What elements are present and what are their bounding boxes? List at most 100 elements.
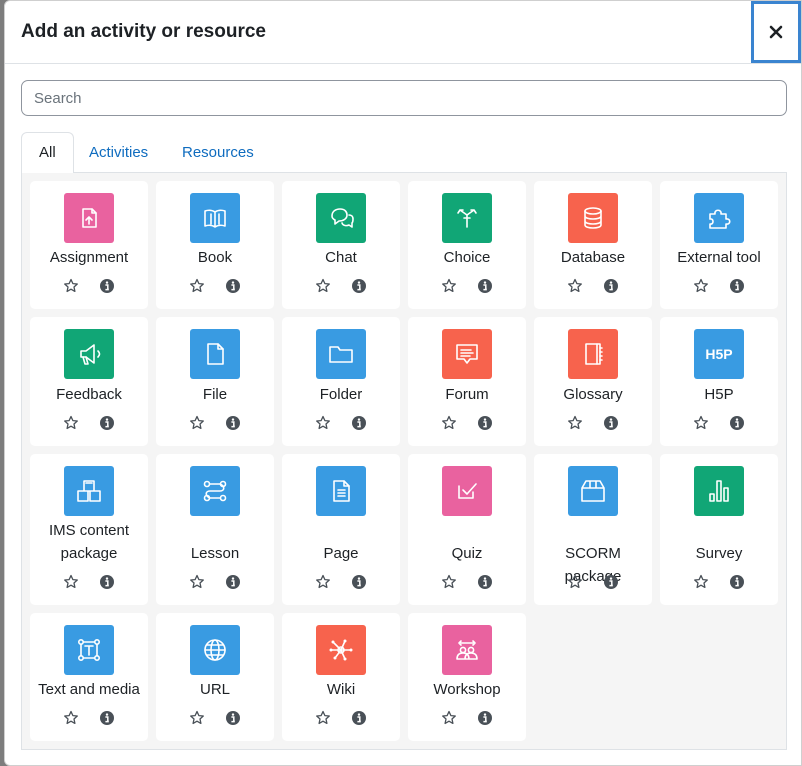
activity-name[interactable]: Workshop [408, 678, 526, 701]
activity-name[interactable]: Choice [408, 246, 526, 269]
close-button[interactable] [751, 1, 801, 63]
info-button[interactable] [350, 414, 368, 432]
tab-activities[interactable]: Activities [72, 132, 165, 173]
package-icon[interactable] [64, 466, 114, 516]
activity-name[interactable]: Glossary [534, 383, 652, 406]
puzzle-icon[interactable] [694, 193, 744, 243]
activity-name[interactable]: IMS content package [30, 519, 148, 565]
star-button[interactable] [188, 709, 206, 727]
info-button[interactable] [602, 277, 620, 295]
star-button[interactable] [440, 414, 458, 432]
star-button[interactable] [440, 277, 458, 295]
activity-card[interactable]: IMS content package [30, 454, 148, 605]
activity-name[interactable]: Wiki [282, 678, 400, 701]
activity-card[interactable]: Glossary [534, 317, 652, 446]
star-button[interactable] [566, 277, 584, 295]
info-button[interactable] [224, 573, 242, 591]
info-button[interactable] [476, 414, 494, 432]
activity-name[interactable]: Chat [282, 246, 400, 269]
activity-card[interactable]: Workshop [408, 613, 526, 741]
activity-card[interactable]: Choice [408, 181, 526, 309]
survey-icon[interactable] [694, 466, 744, 516]
workshop-icon[interactable] [442, 625, 492, 675]
star-button[interactable] [692, 573, 710, 591]
activity-card[interactable]: Feedback [30, 317, 148, 446]
activity-card[interactable]: External tool [660, 181, 778, 309]
search-input[interactable] [21, 80, 787, 116]
activity-card[interactable]: H5P H5P [660, 317, 778, 446]
star-button[interactable] [692, 277, 710, 295]
star-button[interactable] [62, 573, 80, 591]
database-icon[interactable] [568, 193, 618, 243]
info-button[interactable] [476, 709, 494, 727]
info-button[interactable] [728, 277, 746, 295]
activity-name[interactable]: Database [534, 246, 652, 269]
star-button[interactable] [314, 709, 332, 727]
activity-card[interactable]: Chat [282, 181, 400, 309]
info-button[interactable] [224, 414, 242, 432]
activity-card[interactable]: SCORM package [534, 454, 652, 605]
tab-resources[interactable]: Resources [165, 132, 271, 173]
tab-all[interactable]: All [21, 132, 74, 174]
globe-icon[interactable] [190, 625, 240, 675]
lesson-icon[interactable] [190, 466, 240, 516]
info-button[interactable] [98, 414, 116, 432]
info-button[interactable] [224, 709, 242, 727]
activity-name[interactable]: Book [156, 246, 274, 269]
info-button[interactable] [476, 573, 494, 591]
info-button[interactable] [98, 277, 116, 295]
activity-name[interactable]: H5P [660, 383, 778, 406]
megaphone-icon[interactable] [64, 329, 114, 379]
folder-icon[interactable] [316, 329, 366, 379]
activity-card[interactable]: Database [534, 181, 652, 309]
info-button[interactable] [98, 709, 116, 727]
star-button[interactable] [314, 277, 332, 295]
activity-card[interactable]: Forum [408, 317, 526, 446]
star-button[interactable] [188, 277, 206, 295]
activity-name[interactable]: Assignment [30, 246, 148, 269]
info-button[interactable] [728, 573, 746, 591]
info-button[interactable] [350, 573, 368, 591]
choice-icon[interactable] [442, 193, 492, 243]
star-button[interactable] [62, 277, 80, 295]
info-button[interactable] [224, 277, 242, 295]
info-button[interactable] [350, 277, 368, 295]
scorm-icon[interactable] [568, 466, 618, 516]
assignment-icon[interactable] [64, 193, 114, 243]
info-button[interactable] [98, 573, 116, 591]
glossary-icon[interactable] [568, 329, 618, 379]
chat-icon[interactable] [316, 193, 366, 243]
star-button[interactable] [62, 709, 80, 727]
activity-card[interactable]: Survey [660, 454, 778, 605]
star-button[interactable] [566, 414, 584, 432]
activity-name[interactable]: Feedback [30, 383, 148, 406]
activity-name[interactable]: URL [156, 678, 274, 701]
star-button[interactable] [188, 414, 206, 432]
activity-name[interactable]: Text and media [30, 678, 148, 701]
activity-name[interactable]: Quiz [408, 542, 526, 565]
info-button[interactable] [728, 414, 746, 432]
star-button[interactable] [440, 709, 458, 727]
h5p-icon[interactable]: H5P [694, 329, 744, 379]
activity-name[interactable]: Forum [408, 383, 526, 406]
info-button[interactable] [476, 277, 494, 295]
page-icon[interactable] [316, 466, 366, 516]
activity-card[interactable]: Text and media [30, 613, 148, 741]
activity-card[interactable]: Lesson [156, 454, 274, 605]
star-button[interactable] [314, 414, 332, 432]
activity-card[interactable]: Page [282, 454, 400, 605]
file-icon[interactable] [190, 329, 240, 379]
star-button[interactable] [566, 573, 584, 591]
book-icon[interactable] [190, 193, 240, 243]
activity-name[interactable]: Page [282, 542, 400, 565]
activity-card[interactable]: Folder [282, 317, 400, 446]
activity-name[interactable]: External tool [660, 246, 778, 269]
star-button[interactable] [314, 573, 332, 591]
star-button[interactable] [440, 573, 458, 591]
activity-card[interactable]: URL [156, 613, 274, 741]
star-button[interactable] [692, 414, 710, 432]
activity-card[interactable]: Quiz [408, 454, 526, 605]
activity-card[interactable]: File [156, 317, 274, 446]
quiz-icon[interactable] [442, 466, 492, 516]
activity-name[interactable]: File [156, 383, 274, 406]
